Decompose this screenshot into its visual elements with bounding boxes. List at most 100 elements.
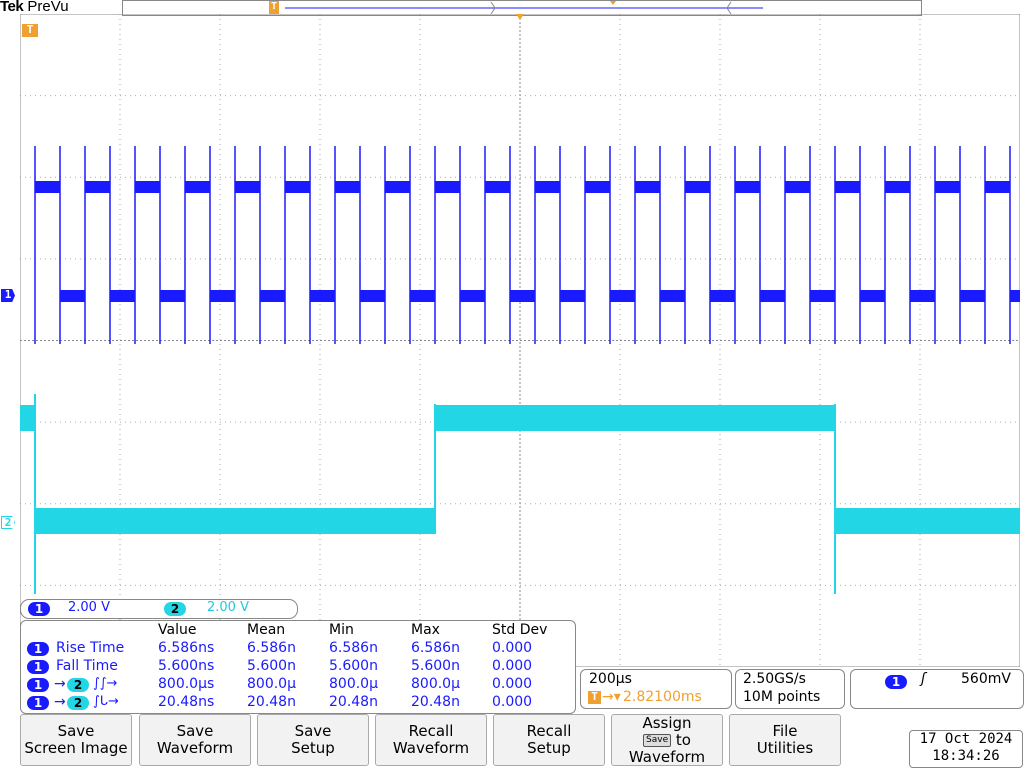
horizontal-scale-box[interactable]: 200µs T →▾ 2.82100ms [580,669,732,709]
ch1-high-segment [585,181,610,193]
meas-row-stddev: 0.000 [492,676,533,692]
ch2-level-segment [35,508,435,534]
trigger-position-icon: T [588,691,601,704]
meas-row-mean: 20.48n [247,694,296,710]
brand-maker: Tek [0,0,24,15]
vertical-scale-bar[interactable]: 1 2.00 V 2 2.00 V [20,599,298,619]
save-waveform-button[interactable]: Save Waveform [139,714,251,766]
meas-row-max: 20.48n [411,694,460,710]
horizontal-position-value: 2.82100ms [623,689,702,705]
recall-setup-button[interactable]: Recall Setup [493,714,605,766]
meas-row-target-badge: 2 [67,696,89,710]
ch1-low-segment [760,290,785,302]
ch1-high-segment [235,181,260,193]
ch1-high-segment [935,181,960,193]
ch1-low-segment [610,290,635,302]
date-value: 17 Oct 2024 [919,731,1013,747]
ch1-low-segment [1010,290,1020,302]
meas-row-delay-rise[interactable]: 1 → 2 ∫∫→ 800.0µs 800.0µ 800.0µ 800.0µ 0… [21,676,575,694]
assign-save-to-waveform-button[interactable]: Assign Save to Waveform [611,714,723,766]
ch1-high-segment [335,181,360,193]
meas-row-value: 5.600ns [158,658,215,674]
save-key-icon: Save [643,733,672,747]
meas-row-delay-fall[interactable]: 1 → 2 ∫ᒐ→ 20.48ns 20.48n 20.48n 20.48n 0… [21,694,575,712]
meas-row-target-badge: 2 [67,678,89,692]
ch1-scale-value: 2.00 V [68,600,110,615]
meas-row-stddev: 0.000 [492,694,533,710]
meas-row-label: Fall Time [56,658,118,674]
ch1-high-segment [85,181,110,193]
ch1-high-segment [435,181,460,193]
ch1-high-segment [485,181,510,193]
ch1-high-segment [635,181,660,193]
ch1-high-segment [785,181,810,193]
arrow-icon: → [54,694,66,710]
meas-header-max: Max [411,622,440,638]
ch1-low-segment [910,290,935,302]
ch1-high-segment [535,181,560,193]
ch1-high-segment [735,181,760,193]
time-value: 18:34:26 [932,748,1000,764]
ch1-low-segment [160,290,185,302]
meas-row-mean: 5.600n [247,658,296,674]
ch1-ground-marker[interactable]: 1 [1,289,15,302]
date-time-display: 17 Oct 2024 18:34:26 [909,730,1023,768]
trigger-level-value: 560mV [961,671,1011,687]
ch2-level-segment [835,508,1020,534]
meas-row-value: 800.0µs [158,676,215,692]
save-setup-button[interactable]: Save Setup [257,714,369,766]
trigger-marker[interactable]: T [22,24,38,37]
acquisition-box[interactable]: 2.50GS/s 10M points [735,669,845,709]
ch2-level-segment [20,405,35,431]
meas-row-stddev: 0.000 [492,658,533,674]
measurement-table[interactable]: Value Mean Min Max Std Dev 1 Rise Time 6… [20,620,576,714]
meas-row-min: 5.600n [329,658,378,674]
ch1-high-segment [985,181,1010,193]
ch1-low-segment [810,290,835,302]
ch1-low-segment [460,290,485,302]
ch1-low-segment [560,290,585,302]
meas-row-min: 6.586n [329,640,378,656]
ch2-scale-badge: 2 [164,602,186,616]
meas-row-mean: 800.0µ [247,676,296,692]
meas-row-rise-time[interactable]: 1 Rise Time 6.586ns 6.586n 6.586n 6.586n… [21,640,575,658]
ch1-high-segment [835,181,860,193]
trigger-position-marker [516,14,524,20]
file-utilities-button[interactable]: File Utilities [729,714,841,766]
meas-header-value: Value [158,622,197,638]
record-length-value: 10M points [743,689,821,705]
ch1-high-segment [35,181,60,193]
meas-row-channel-badge: 1 [27,642,49,656]
meas-header-min: Min [329,622,354,638]
meas-row-value: 6.586ns [158,640,215,656]
ch1-low-segment [960,290,985,302]
ch1-low-segment [660,290,685,302]
rise-rise-edge-icon: ∫∫→ [93,676,118,691]
ch1-low-segment [860,290,885,302]
recall-waveform-button[interactable]: Recall Waveform [375,714,487,766]
meas-row-value: 20.48ns [158,694,215,710]
trigger-source-badge: 1 [885,675,907,689]
ch1-high-segment [885,181,910,193]
ch1-high-segment [135,181,160,193]
save-screen-image-button[interactable]: Save Screen Image [20,714,132,766]
rise-fall-edge-icon: ∫ᒐ→ [93,694,119,709]
brand-label: Tek PreVu [0,0,69,15]
meas-row-label: Rise Time [56,640,125,656]
acquisition-mode: PreVu [27,0,69,15]
rising-edge-icon: ʃ [921,671,926,687]
meas-row-channel-badge: 1 [27,696,49,710]
meas-row-mean: 6.586n [247,640,296,656]
ch1-low-segment [60,290,85,302]
ch1-low-segment [110,290,135,302]
trigger-box[interactable]: 1 ʃ 560mV [850,669,1024,709]
arrow-icon: → [54,676,66,692]
ch1-low-segment [710,290,735,302]
ch2-level-segment [435,405,835,431]
ch1-low-segment [510,290,535,302]
ch2-ground-marker[interactable]: 2 [1,516,15,529]
meas-header-mean: Mean [247,622,286,638]
meas-row-min: 800.0µ [329,676,378,692]
waveform-graticule [20,14,1020,667]
meas-row-fall-time[interactable]: 1 Fall Time 5.600ns 5.600n 5.600n 5.600n… [21,658,575,676]
